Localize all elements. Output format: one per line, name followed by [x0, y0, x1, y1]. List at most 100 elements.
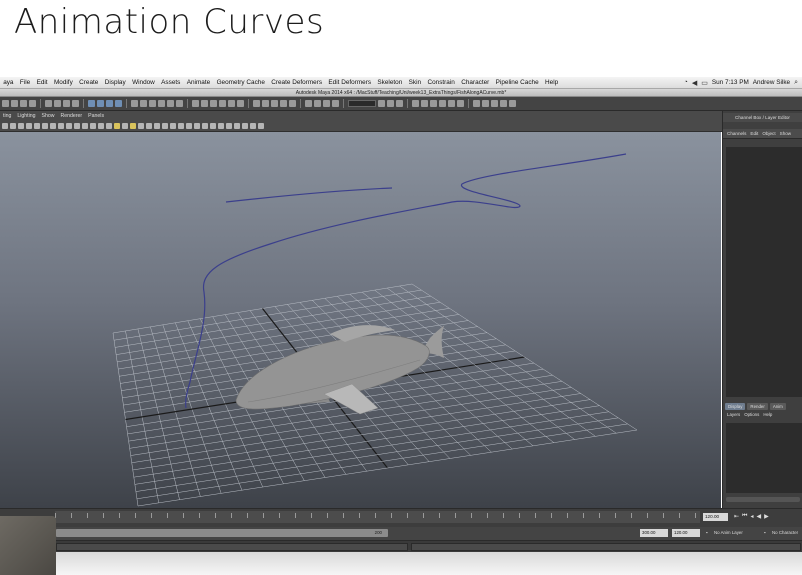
panel-tool-icon[interactable]: [50, 123, 56, 129]
panel-tool-icon[interactable]: [178, 123, 184, 129]
panel-menu-renderer[interactable]: Renderer: [58, 113, 86, 119]
range-start-field[interactable]: 120.00: [672, 529, 700, 537]
panel-menu-ting[interactable]: ting: [0, 113, 14, 119]
panel-tool-icon[interactable]: [146, 123, 152, 129]
toolbar-tool-icon[interactable]: [271, 100, 278, 107]
panel-tool-icon[interactable]: [258, 123, 264, 129]
toolbar-tool-icon[interactable]: [253, 100, 260, 107]
toolbar-tool-icon[interactable]: [72, 100, 79, 107]
panel-tool-icon[interactable]: [202, 123, 208, 129]
panel-tool-icon[interactable]: [58, 123, 64, 129]
menu-create[interactable]: Create: [76, 79, 102, 86]
panel-tool-icon[interactable]: [106, 123, 112, 129]
animation-curve-tail[interactable]: [225, 187, 393, 203]
panel-tool-icon[interactable]: [162, 123, 168, 129]
time-slider-track[interactable]: [55, 511, 700, 523]
layer-tab-anim[interactable]: Anim: [769, 402, 786, 410]
panel-tool-icon[interactable]: [2, 123, 8, 129]
toolbar-tool-icon[interactable]: [149, 100, 156, 107]
range-end-field[interactable]: 300.00: [640, 529, 668, 537]
toolbar-tool-icon[interactable]: [63, 100, 70, 107]
toolbar-tool-icon[interactable]: [201, 100, 208, 107]
toolbar-tool-icon[interactable]: [176, 100, 183, 107]
menu-geometry-cache[interactable]: Geometry Cache: [213, 79, 268, 86]
menu-assets[interactable]: Assets: [158, 79, 184, 86]
anim-layer-selector[interactable]: No Anim Layer: [714, 529, 743, 537]
toolbar-tool-icon[interactable]: [54, 100, 61, 107]
layer-menu-help[interactable]: Help: [763, 412, 772, 417]
toolbar-input[interactable]: [348, 100, 376, 107]
panel-tool-icon[interactable]: [170, 123, 176, 129]
toolbar-tool-icon[interactable]: [29, 100, 36, 107]
channel-box-menu-object[interactable]: Object: [762, 131, 775, 136]
panel-tool-icon[interactable]: [26, 123, 32, 129]
menu-display[interactable]: Display: [102, 79, 129, 86]
layer-tab-render[interactable]: Render: [747, 402, 768, 410]
layer-menu-options[interactable]: Options: [744, 412, 759, 417]
fish-model[interactable]: [235, 325, 445, 415]
toolbar-tool-icon[interactable]: [2, 100, 9, 107]
panel-tool-icon[interactable]: [34, 123, 40, 129]
panel-tool-icon[interactable]: [122, 123, 128, 129]
panel-tool-icon[interactable]: [10, 123, 16, 129]
menu-window[interactable]: Window: [129, 79, 158, 86]
toolbar-tool-icon[interactable]: [387, 100, 394, 107]
channel-box-menu-show[interactable]: Show: [780, 131, 792, 136]
toolbar-tool-icon[interactable]: [88, 100, 95, 107]
toolbar-tool-icon[interactable]: [305, 100, 312, 107]
menu-file[interactable]: File: [17, 79, 34, 86]
toolbar-tool-icon[interactable]: [20, 100, 27, 107]
menubar-user[interactable]: Andrew Silke: [753, 79, 790, 86]
toolbar-tool-icon[interactable]: [378, 100, 385, 107]
toolbar-tool-icon[interactable]: [509, 100, 516, 107]
toolbar-tool-icon[interactable]: [500, 100, 507, 107]
panel-tool-icon[interactable]: [66, 123, 72, 129]
menu-aya[interactable]: aya: [0, 79, 17, 86]
menu-help[interactable]: Help: [542, 79, 562, 86]
channel-box-menu-channels[interactable]: Channels: [727, 131, 746, 136]
toolbar-tool-icon[interactable]: [412, 100, 419, 107]
menu-skeleton[interactable]: Skeleton: [374, 79, 405, 86]
panel-tool-icon[interactable]: [234, 123, 240, 129]
wifi-icon[interactable]: ◔: [684, 79, 688, 86]
step-back-key-icon[interactable]: ⏮: [742, 513, 747, 520]
panel-menu-panels[interactable]: Panels: [85, 113, 107, 119]
range-slider-bar[interactable]: 200: [56, 529, 388, 537]
panel-tool-icon[interactable]: [154, 123, 160, 129]
toolbar-tool-icon[interactable]: [457, 100, 464, 107]
toolbar-tool-icon[interactable]: [448, 100, 455, 107]
menu-create-deformers[interactable]: Create Deformers: [268, 79, 325, 86]
panel-tool-icon[interactable]: [82, 123, 88, 129]
toolbar-tool-icon[interactable]: [210, 100, 217, 107]
panel-tool-icon[interactable]: [226, 123, 232, 129]
toolbar-tool-icon[interactable]: [280, 100, 287, 107]
channel-box-menu-edit[interactable]: Edit: [750, 131, 758, 136]
toolbar-tool-icon[interactable]: [262, 100, 269, 107]
step-back-icon[interactable]: ◂: [750, 513, 753, 520]
panel-menu-show[interactable]: Show: [39, 113, 58, 119]
play-forward-icon[interactable]: ▶: [764, 513, 769, 520]
panel-tool-icon[interactable]: [74, 123, 80, 129]
menu-character[interactable]: Character: [458, 79, 492, 86]
toolbar-tool-icon[interactable]: [140, 100, 147, 107]
toolbar-tool-icon[interactable]: [289, 100, 296, 107]
toolbar-tool-icon[interactable]: [192, 100, 199, 107]
command-input[interactable]: [56, 543, 408, 551]
battery-icon[interactable]: ▭: [701, 79, 708, 87]
volume-icon[interactable]: ◀: [692, 79, 697, 87]
menu-modify[interactable]: Modify: [51, 79, 76, 86]
layer-tab-display[interactable]: Display: [725, 402, 746, 410]
toolbar-tool-icon[interactable]: [482, 100, 489, 107]
panel-tool-icon[interactable]: [218, 123, 224, 129]
panel-menu-lighting[interactable]: Lighting: [14, 113, 38, 119]
play-back-icon[interactable]: ◀: [756, 513, 761, 520]
toolbar-tool-icon[interactable]: [11, 100, 18, 107]
channel-box-list[interactable]: [726, 147, 802, 397]
toolbar-tool-icon[interactable]: [421, 100, 428, 107]
menu-pipeline-cache[interactable]: Pipeline Cache: [492, 79, 541, 86]
layer-menu-layers[interactable]: Layers: [727, 412, 740, 417]
menu-edit[interactable]: Edit: [33, 79, 50, 86]
menubar-clock[interactable]: Sun 7:13 PM: [712, 79, 749, 86]
toolbar-tool-icon[interactable]: [314, 100, 321, 107]
toolbar-tool-icon[interactable]: [115, 100, 122, 107]
